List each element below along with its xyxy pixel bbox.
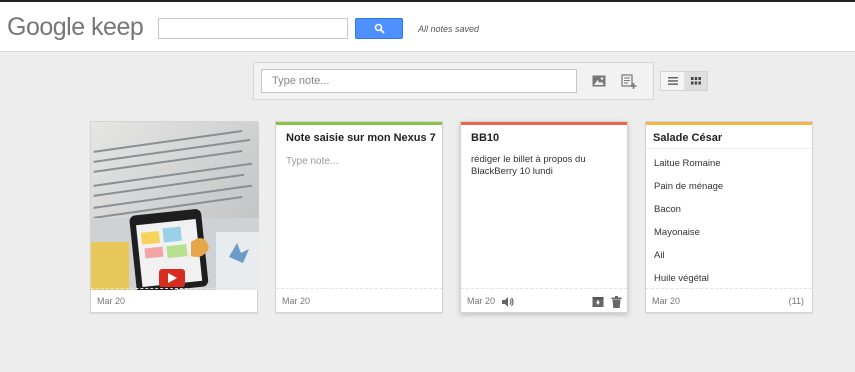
note-date: Mar 20 — [282, 296, 311, 306]
compose-input[interactable]: Type note... — [261, 69, 577, 93]
search-button[interactable] — [355, 18, 403, 39]
note-card-list[interactable]: Salade César Laitue Romaine Pain de ména… — [645, 121, 813, 313]
list-view-button[interactable] — [661, 72, 684, 90]
note-body[interactable]: rédiger le billet à propos du BlackBerry… — [471, 154, 621, 178]
list-item[interactable]: Ail — [654, 250, 665, 261]
note-color-bar — [276, 122, 442, 125]
list-view-icon — [667, 77, 678, 85]
grid-view-icon — [690, 77, 701, 85]
list-item-count: (11) — [788, 296, 804, 306]
trash-icon[interactable] — [610, 295, 623, 308]
list-item[interactable]: Pain de ménage — [654, 181, 723, 192]
note-card[interactable]: Note saisie sur mon Nexus 7 Type note...… — [275, 121, 443, 313]
list-item[interactable]: Laitue Romaine — [654, 158, 721, 169]
list-item[interactable]: Bacon — [654, 204, 681, 215]
save-status: All notes saved — [418, 24, 480, 34]
archive-icon[interactable] — [591, 295, 604, 308]
note-card-photo[interactable]: Mar 20 — [90, 121, 259, 313]
speaker-icon[interactable] — [501, 295, 514, 308]
note-date: Mar 20 — [652, 296, 681, 306]
note-footer: Mar 20 (11) — [646, 288, 812, 312]
note-date: Mar 20 — [467, 296, 496, 306]
note-title[interactable]: Salade César — [653, 132, 803, 144]
note-footer: Mar 20 — [91, 288, 257, 312]
list-item[interactable]: Mayonaise — [654, 227, 700, 238]
search-input[interactable] — [158, 18, 348, 39]
compose-bar: Type note... — [253, 62, 654, 100]
note-color-bar — [461, 122, 627, 125]
add-list-icon[interactable] — [620, 72, 638, 90]
note-divider — [646, 148, 812, 149]
note-body-placeholder[interactable]: Type note... — [286, 156, 436, 168]
note-color-bar — [646, 122, 812, 125]
view-toggle — [660, 71, 708, 91]
search-icon — [374, 23, 385, 34]
grid-view-button[interactable] — [684, 72, 707, 90]
note-title[interactable]: BB10 — [471, 132, 621, 144]
app-header: Google keep All notes saved — [0, 0, 855, 52]
note-footer: Mar 20 — [461, 288, 627, 312]
list-item[interactable]: Huile végétal — [654, 273, 709, 284]
note-photo — [91, 122, 259, 290]
note-date: Mar 20 — [97, 296, 126, 306]
note-title[interactable]: Note saisie sur mon Nexus 7 — [286, 132, 436, 144]
note-card[interactable]: BB10 rédiger le billet à propos du Black… — [460, 121, 628, 313]
add-image-icon[interactable] — [590, 72, 608, 90]
app-logo: Google keep — [7, 13, 144, 41]
note-footer: Mar 20 — [276, 288, 442, 312]
